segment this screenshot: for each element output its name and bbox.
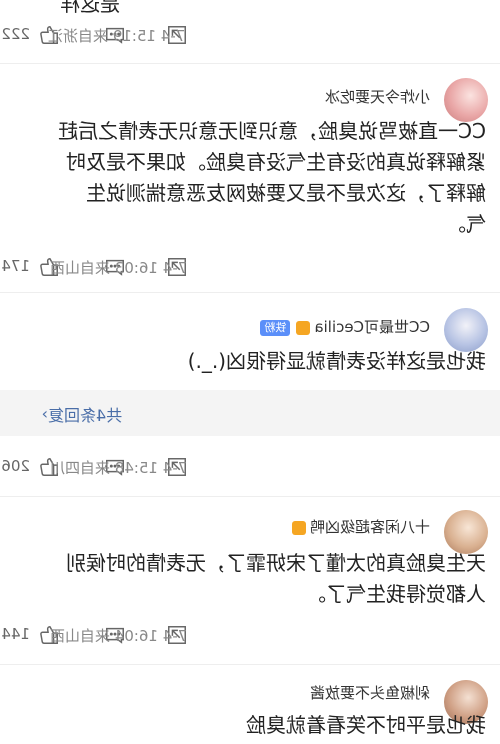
previous-comment-text: 是这样 (60, 0, 120, 16)
comment-time-location: 7-4 15:48 来自四川 (50, 459, 188, 477)
username[interactable]: 小炸今天要吃冰 (325, 86, 430, 107)
comment-time-location: 7-4 16:04 来自山西 (50, 627, 188, 645)
username[interactable]: 剁椒鱼头不要放酱 (310, 682, 430, 703)
divider (0, 63, 500, 64)
view-replies-link[interactable]: 共4条回复 (48, 402, 122, 426)
crown-icon (291, 520, 306, 535)
comment-text: 我也是这样没表情就显得很凶(._.) (187, 349, 486, 373)
comment-text: CC一直被骂说臭脸，意识到无意识无表情之后赶紧解释说真的没有生气没有臭脸。如果不… (58, 119, 486, 236)
like-count: 144 (1, 625, 30, 643)
comment-text: 天生臭脸真的太懂了宋妍霏了，无表情的时候别人都觉得我生气了。 (66, 551, 486, 606)
previous-comment-fragment: 是这样 (0, 0, 500, 20)
divider (0, 292, 500, 293)
like-count: 206 (1, 457, 30, 475)
like-count: 174 (1, 257, 30, 275)
username[interactable]: CC世最可Cecilia (314, 318, 430, 336)
username-row: CC世最可Cecilia 铁粉 (260, 316, 430, 337)
replies-box: 共4条回复 › (0, 390, 500, 436)
previous-comment-meta: 222 7-4 15:19 来自浙江 (0, 22, 500, 52)
like-count: 222 (1, 25, 30, 43)
username-row: 十八闲客超级凶鸭 (291, 516, 430, 537)
comment-meta: 174 7-4 16:03 来自山西 (0, 254, 500, 284)
divider (0, 664, 500, 665)
username[interactable]: 十八闲客超级凶鸭 (310, 518, 430, 536)
reply-chevron-icon: › (41, 403, 48, 423)
comment-time-location: 7-4 16:03 来自山西 (50, 259, 188, 277)
comment-feed: 是这样 222 7-4 15:19 来自浙江 小炸今天要吃冰 CC一直被骂说臭脸… (0, 0, 500, 744)
divider (0, 496, 500, 497)
crown-icon (296, 320, 311, 335)
comment-time-location: 7-4 15:19 来自浙江 (48, 27, 186, 45)
comment-text: 我也是平时不笑看着就臭脸 (246, 713, 486, 737)
comment-meta: 144 7-4 16:04 来自山西 (0, 622, 500, 652)
comment-meta: 206 7-4 15:48 来自四川 (0, 454, 500, 484)
fan-badge: 铁粉 (260, 319, 291, 336)
